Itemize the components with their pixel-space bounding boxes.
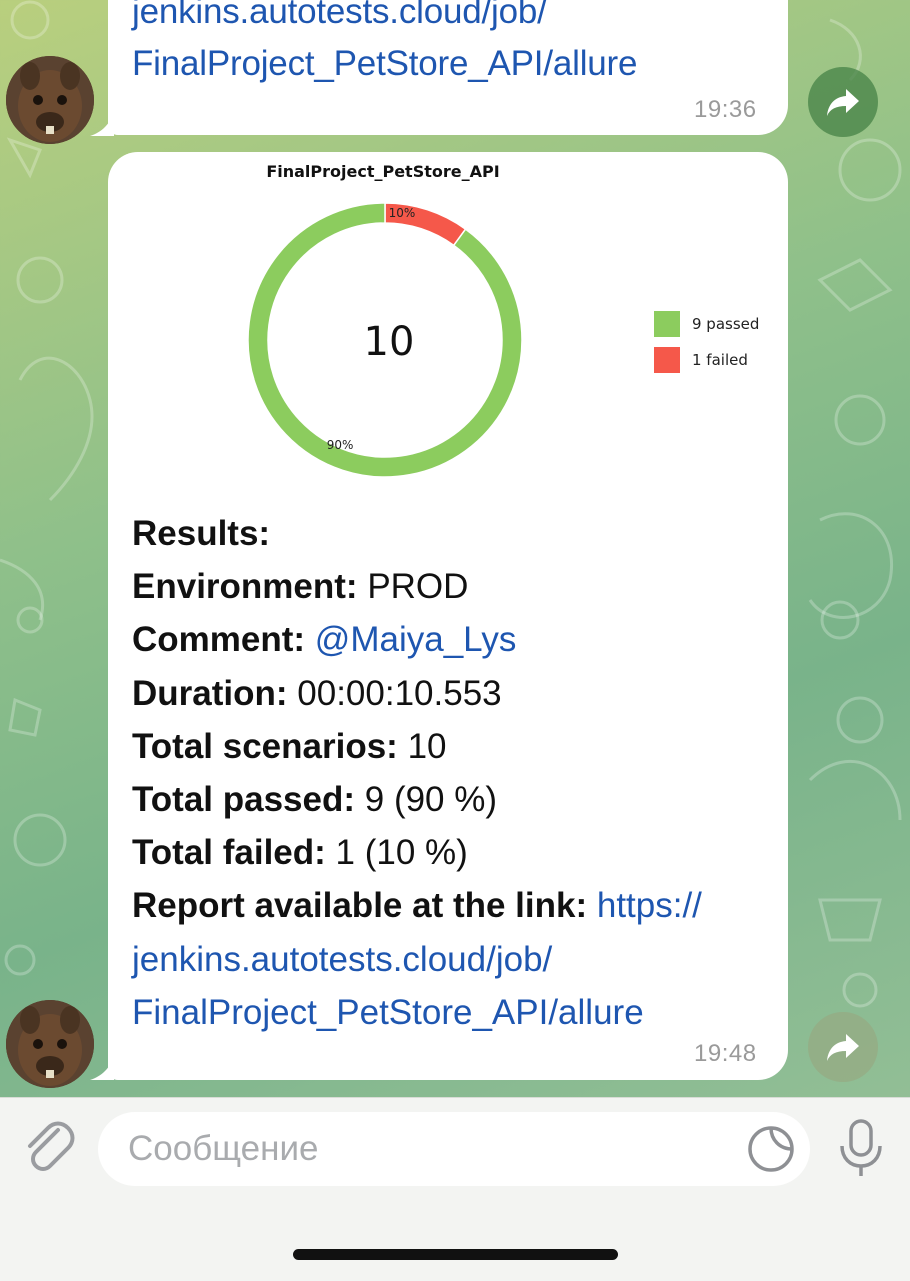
microphone-button[interactable] bbox=[836, 1118, 886, 1185]
legend-item-failed: 1 failed bbox=[654, 342, 759, 378]
percent-label-passed: 90% bbox=[327, 438, 354, 452]
duration-row: Duration: 00:00:10.553 bbox=[132, 673, 502, 713]
total-passed-row: Total passed: 9 (90 %) bbox=[132, 780, 498, 820]
sticker-icon bbox=[748, 1126, 794, 1172]
report-link-line[interactable]: FinalProject_PetStore_API/allure bbox=[132, 986, 772, 1039]
legend-label-passed: 9 passed bbox=[692, 315, 760, 333]
sticker-button[interactable] bbox=[746, 1124, 796, 1179]
message-time: 19:48 bbox=[694, 1040, 757, 1067]
report-link-line[interactable]: jenkins.autotests.cloud/job/ bbox=[132, 0, 547, 38]
chart-legend: 9 passed 1 failed bbox=[654, 306, 759, 378]
donut-center-total: 10 bbox=[364, 319, 415, 365]
user-mention-link[interactable]: @Maiya_Lys bbox=[315, 620, 517, 659]
llama-avatar[interactable] bbox=[6, 1000, 94, 1088]
report-link-line[interactable]: jenkins.autotests.cloud/job/ bbox=[132, 933, 772, 986]
legend-item-passed: 9 passed bbox=[654, 306, 759, 342]
llama-avatar-image bbox=[6, 56, 94, 144]
paperclip-icon bbox=[28, 1121, 75, 1171]
microphone-icon bbox=[840, 1119, 882, 1176]
chat-area[interactable]: jenkins.autotests.cloud/job/ FinalProjec… bbox=[0, 0, 910, 1097]
llama-avatar-image bbox=[6, 1000, 94, 1088]
forward-arrow-icon bbox=[827, 89, 859, 116]
legend-swatch-failed bbox=[654, 347, 680, 373]
forward-button[interactable] bbox=[808, 1012, 878, 1082]
message-input-placeholder: Сообщение bbox=[128, 1129, 319, 1168]
forward-button[interactable] bbox=[808, 67, 878, 137]
percent-label-failed: 10% bbox=[389, 206, 416, 220]
bubble-tail bbox=[90, 1056, 114, 1080]
comment-row: Comment: @Maiya_Lys bbox=[132, 620, 517, 660]
attach-button[interactable] bbox=[22, 1120, 78, 1181]
donut-chart[interactable]: 90% 10% 10 bbox=[240, 195, 530, 485]
legend-label-failed: 1 failed bbox=[692, 351, 748, 369]
message-time: 19:36 bbox=[694, 96, 757, 123]
chart-title: FinalProject_PetStore_API bbox=[266, 162, 500, 181]
home-indicator[interactable] bbox=[293, 1249, 618, 1260]
legend-swatch-passed bbox=[654, 311, 680, 337]
total-failed-row: Total failed: 1 (10 %) bbox=[132, 833, 468, 873]
message-input[interactable]: Сообщение bbox=[98, 1112, 810, 1186]
bubble-tail bbox=[90, 112, 114, 136]
results-heading: Results: bbox=[132, 514, 271, 553]
total-scenarios-row: Total scenarios: 10 bbox=[132, 726, 447, 766]
forward-arrow-icon bbox=[827, 1034, 859, 1061]
environment-row: Environment: PROD bbox=[132, 567, 469, 607]
report-link[interactable]: https:// bbox=[597, 886, 702, 925]
llama-avatar[interactable] bbox=[6, 56, 94, 144]
results-text[interactable]: Results: Environment: PROD Comment: @Mai… bbox=[132, 507, 772, 1039]
report-row: Report available at the link: https:// bbox=[132, 886, 702, 926]
report-link-line[interactable]: FinalProject_PetStore_API/allure bbox=[132, 38, 637, 90]
